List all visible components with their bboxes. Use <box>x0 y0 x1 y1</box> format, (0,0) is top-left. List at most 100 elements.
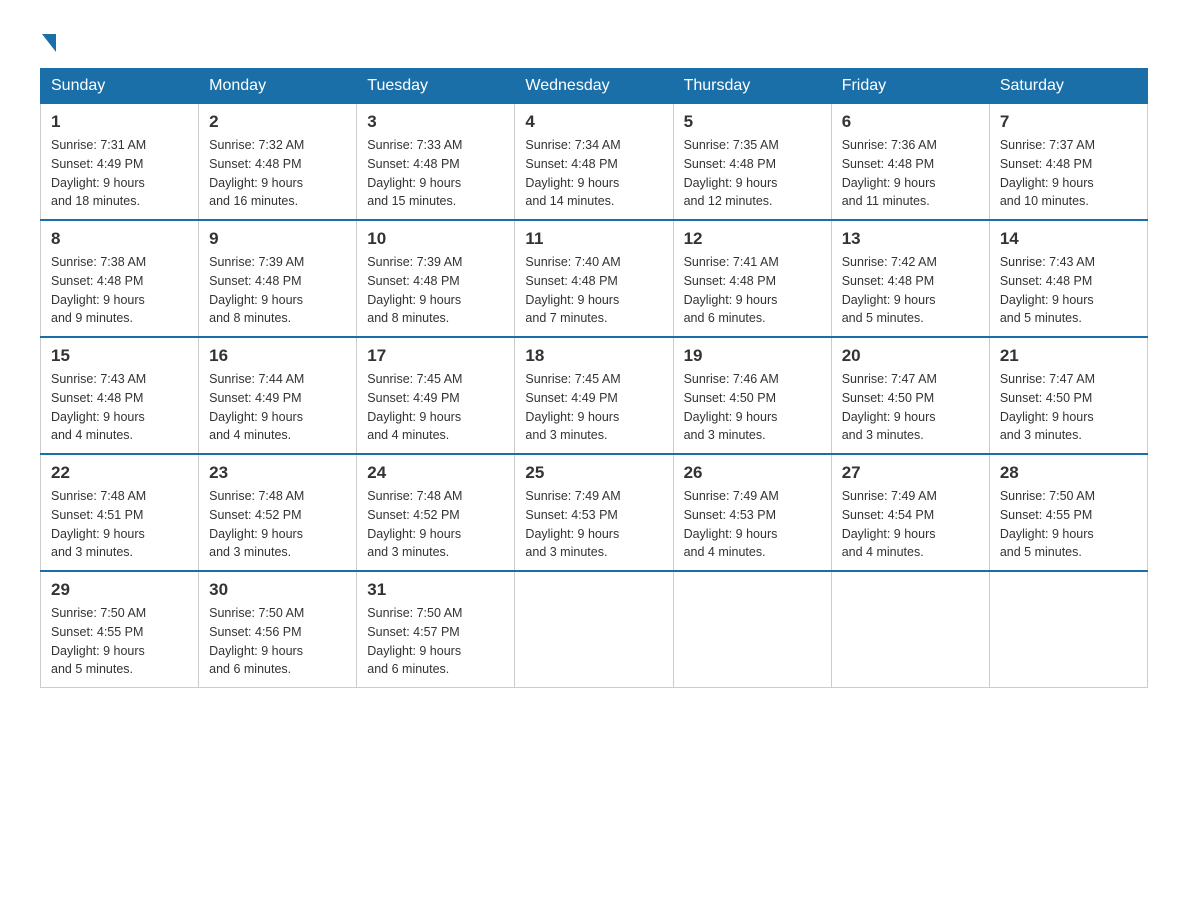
day-number: 31 <box>367 580 504 600</box>
weekday-header-thursday: Thursday <box>673 69 831 104</box>
day-info: Sunrise: 7:36 AM Sunset: 4:48 PM Dayligh… <box>842 136 979 211</box>
weekday-header-row: SundayMondayTuesdayWednesdayThursdayFrid… <box>41 69 1148 104</box>
day-number: 26 <box>684 463 821 483</box>
day-number: 18 <box>525 346 662 366</box>
calendar-cell: 19 Sunrise: 7:46 AM Sunset: 4:50 PM Dayl… <box>673 337 831 454</box>
day-info: Sunrise: 7:35 AM Sunset: 4:48 PM Dayligh… <box>684 136 821 211</box>
day-info: Sunrise: 7:43 AM Sunset: 4:48 PM Dayligh… <box>1000 253 1137 328</box>
day-info: Sunrise: 7:39 AM Sunset: 4:48 PM Dayligh… <box>367 253 504 328</box>
day-info: Sunrise: 7:43 AM Sunset: 4:48 PM Dayligh… <box>51 370 188 445</box>
calendar-cell: 6 Sunrise: 7:36 AM Sunset: 4:48 PM Dayli… <box>831 104 989 221</box>
calendar-cell: 8 Sunrise: 7:38 AM Sunset: 4:48 PM Dayli… <box>41 220 199 337</box>
calendar-cell: 14 Sunrise: 7:43 AM Sunset: 4:48 PM Dayl… <box>989 220 1147 337</box>
calendar-week-1: 1 Sunrise: 7:31 AM Sunset: 4:49 PM Dayli… <box>41 104 1148 221</box>
day-number: 15 <box>51 346 188 366</box>
day-number: 25 <box>525 463 662 483</box>
page-header <box>40 30 1148 48</box>
day-info: Sunrise: 7:45 AM Sunset: 4:49 PM Dayligh… <box>525 370 662 445</box>
day-info: Sunrise: 7:50 AM Sunset: 4:56 PM Dayligh… <box>209 604 346 679</box>
day-info: Sunrise: 7:50 AM Sunset: 4:57 PM Dayligh… <box>367 604 504 679</box>
calendar-cell <box>515 571 673 688</box>
calendar-cell: 21 Sunrise: 7:47 AM Sunset: 4:50 PM Dayl… <box>989 337 1147 454</box>
day-number: 3 <box>367 112 504 132</box>
calendar-cell: 13 Sunrise: 7:42 AM Sunset: 4:48 PM Dayl… <box>831 220 989 337</box>
day-number: 23 <box>209 463 346 483</box>
calendar-week-4: 22 Sunrise: 7:48 AM Sunset: 4:51 PM Dayl… <box>41 454 1148 571</box>
day-info: Sunrise: 7:41 AM Sunset: 4:48 PM Dayligh… <box>684 253 821 328</box>
day-info: Sunrise: 7:50 AM Sunset: 4:55 PM Dayligh… <box>51 604 188 679</box>
day-number: 7 <box>1000 112 1137 132</box>
day-number: 4 <box>525 112 662 132</box>
day-number: 11 <box>525 229 662 249</box>
calendar-cell: 16 Sunrise: 7:44 AM Sunset: 4:49 PM Dayl… <box>199 337 357 454</box>
calendar-cell: 3 Sunrise: 7:33 AM Sunset: 4:48 PM Dayli… <box>357 104 515 221</box>
weekday-header-wednesday: Wednesday <box>515 69 673 104</box>
weekday-header-saturday: Saturday <box>989 69 1147 104</box>
calendar-cell: 31 Sunrise: 7:50 AM Sunset: 4:57 PM Dayl… <box>357 571 515 688</box>
day-number: 5 <box>684 112 821 132</box>
calendar-cell: 18 Sunrise: 7:45 AM Sunset: 4:49 PM Dayl… <box>515 337 673 454</box>
day-info: Sunrise: 7:47 AM Sunset: 4:50 PM Dayligh… <box>842 370 979 445</box>
calendar-week-5: 29 Sunrise: 7:50 AM Sunset: 4:55 PM Dayl… <box>41 571 1148 688</box>
day-number: 28 <box>1000 463 1137 483</box>
weekday-header-tuesday: Tuesday <box>357 69 515 104</box>
day-info: Sunrise: 7:48 AM Sunset: 4:52 PM Dayligh… <box>367 487 504 562</box>
day-number: 1 <box>51 112 188 132</box>
calendar-cell: 29 Sunrise: 7:50 AM Sunset: 4:55 PM Dayl… <box>41 571 199 688</box>
day-info: Sunrise: 7:46 AM Sunset: 4:50 PM Dayligh… <box>684 370 821 445</box>
calendar-cell <box>673 571 831 688</box>
day-info: Sunrise: 7:45 AM Sunset: 4:49 PM Dayligh… <box>367 370 504 445</box>
day-number: 2 <box>209 112 346 132</box>
logo-arrow-icon <box>42 34 56 52</box>
day-info: Sunrise: 7:47 AM Sunset: 4:50 PM Dayligh… <box>1000 370 1137 445</box>
calendar-cell: 26 Sunrise: 7:49 AM Sunset: 4:53 PM Dayl… <box>673 454 831 571</box>
day-info: Sunrise: 7:40 AM Sunset: 4:48 PM Dayligh… <box>525 253 662 328</box>
calendar-cell: 24 Sunrise: 7:48 AM Sunset: 4:52 PM Dayl… <box>357 454 515 571</box>
day-info: Sunrise: 7:37 AM Sunset: 4:48 PM Dayligh… <box>1000 136 1137 211</box>
day-info: Sunrise: 7:49 AM Sunset: 4:54 PM Dayligh… <box>842 487 979 562</box>
day-info: Sunrise: 7:44 AM Sunset: 4:49 PM Dayligh… <box>209 370 346 445</box>
calendar-cell: 7 Sunrise: 7:37 AM Sunset: 4:48 PM Dayli… <box>989 104 1147 221</box>
calendar-cell: 2 Sunrise: 7:32 AM Sunset: 4:48 PM Dayli… <box>199 104 357 221</box>
day-number: 14 <box>1000 229 1137 249</box>
day-number: 6 <box>842 112 979 132</box>
day-info: Sunrise: 7:42 AM Sunset: 4:48 PM Dayligh… <box>842 253 979 328</box>
weekday-header-friday: Friday <box>831 69 989 104</box>
calendar-cell: 30 Sunrise: 7:50 AM Sunset: 4:56 PM Dayl… <box>199 571 357 688</box>
calendar-cell: 27 Sunrise: 7:49 AM Sunset: 4:54 PM Dayl… <box>831 454 989 571</box>
calendar-cell <box>989 571 1147 688</box>
day-info: Sunrise: 7:48 AM Sunset: 4:52 PM Dayligh… <box>209 487 346 562</box>
calendar-cell: 17 Sunrise: 7:45 AM Sunset: 4:49 PM Dayl… <box>357 337 515 454</box>
calendar-cell <box>831 571 989 688</box>
day-info: Sunrise: 7:49 AM Sunset: 4:53 PM Dayligh… <box>525 487 662 562</box>
day-info: Sunrise: 7:48 AM Sunset: 4:51 PM Dayligh… <box>51 487 188 562</box>
calendar-week-3: 15 Sunrise: 7:43 AM Sunset: 4:48 PM Dayl… <box>41 337 1148 454</box>
calendar-cell: 22 Sunrise: 7:48 AM Sunset: 4:51 PM Dayl… <box>41 454 199 571</box>
day-number: 17 <box>367 346 504 366</box>
calendar-cell: 9 Sunrise: 7:39 AM Sunset: 4:48 PM Dayli… <box>199 220 357 337</box>
calendar-cell: 5 Sunrise: 7:35 AM Sunset: 4:48 PM Dayli… <box>673 104 831 221</box>
day-number: 19 <box>684 346 821 366</box>
day-number: 20 <box>842 346 979 366</box>
day-number: 24 <box>367 463 504 483</box>
logo <box>40 30 56 48</box>
calendar-cell: 12 Sunrise: 7:41 AM Sunset: 4:48 PM Dayl… <box>673 220 831 337</box>
day-info: Sunrise: 7:32 AM Sunset: 4:48 PM Dayligh… <box>209 136 346 211</box>
calendar-cell: 10 Sunrise: 7:39 AM Sunset: 4:48 PM Dayl… <box>357 220 515 337</box>
day-number: 29 <box>51 580 188 600</box>
day-number: 13 <box>842 229 979 249</box>
calendar-cell: 25 Sunrise: 7:49 AM Sunset: 4:53 PM Dayl… <box>515 454 673 571</box>
day-info: Sunrise: 7:33 AM Sunset: 4:48 PM Dayligh… <box>367 136 504 211</box>
weekday-header-sunday: Sunday <box>41 69 199 104</box>
day-info: Sunrise: 7:38 AM Sunset: 4:48 PM Dayligh… <box>51 253 188 328</box>
day-info: Sunrise: 7:34 AM Sunset: 4:48 PM Dayligh… <box>525 136 662 211</box>
day-number: 16 <box>209 346 346 366</box>
day-number: 21 <box>1000 346 1137 366</box>
calendar-week-2: 8 Sunrise: 7:38 AM Sunset: 4:48 PM Dayli… <box>41 220 1148 337</box>
day-number: 22 <box>51 463 188 483</box>
day-number: 30 <box>209 580 346 600</box>
calendar-cell: 1 Sunrise: 7:31 AM Sunset: 4:49 PM Dayli… <box>41 104 199 221</box>
calendar-cell: 15 Sunrise: 7:43 AM Sunset: 4:48 PM Dayl… <box>41 337 199 454</box>
day-info: Sunrise: 7:39 AM Sunset: 4:48 PM Dayligh… <box>209 253 346 328</box>
calendar-cell: 28 Sunrise: 7:50 AM Sunset: 4:55 PM Dayl… <box>989 454 1147 571</box>
